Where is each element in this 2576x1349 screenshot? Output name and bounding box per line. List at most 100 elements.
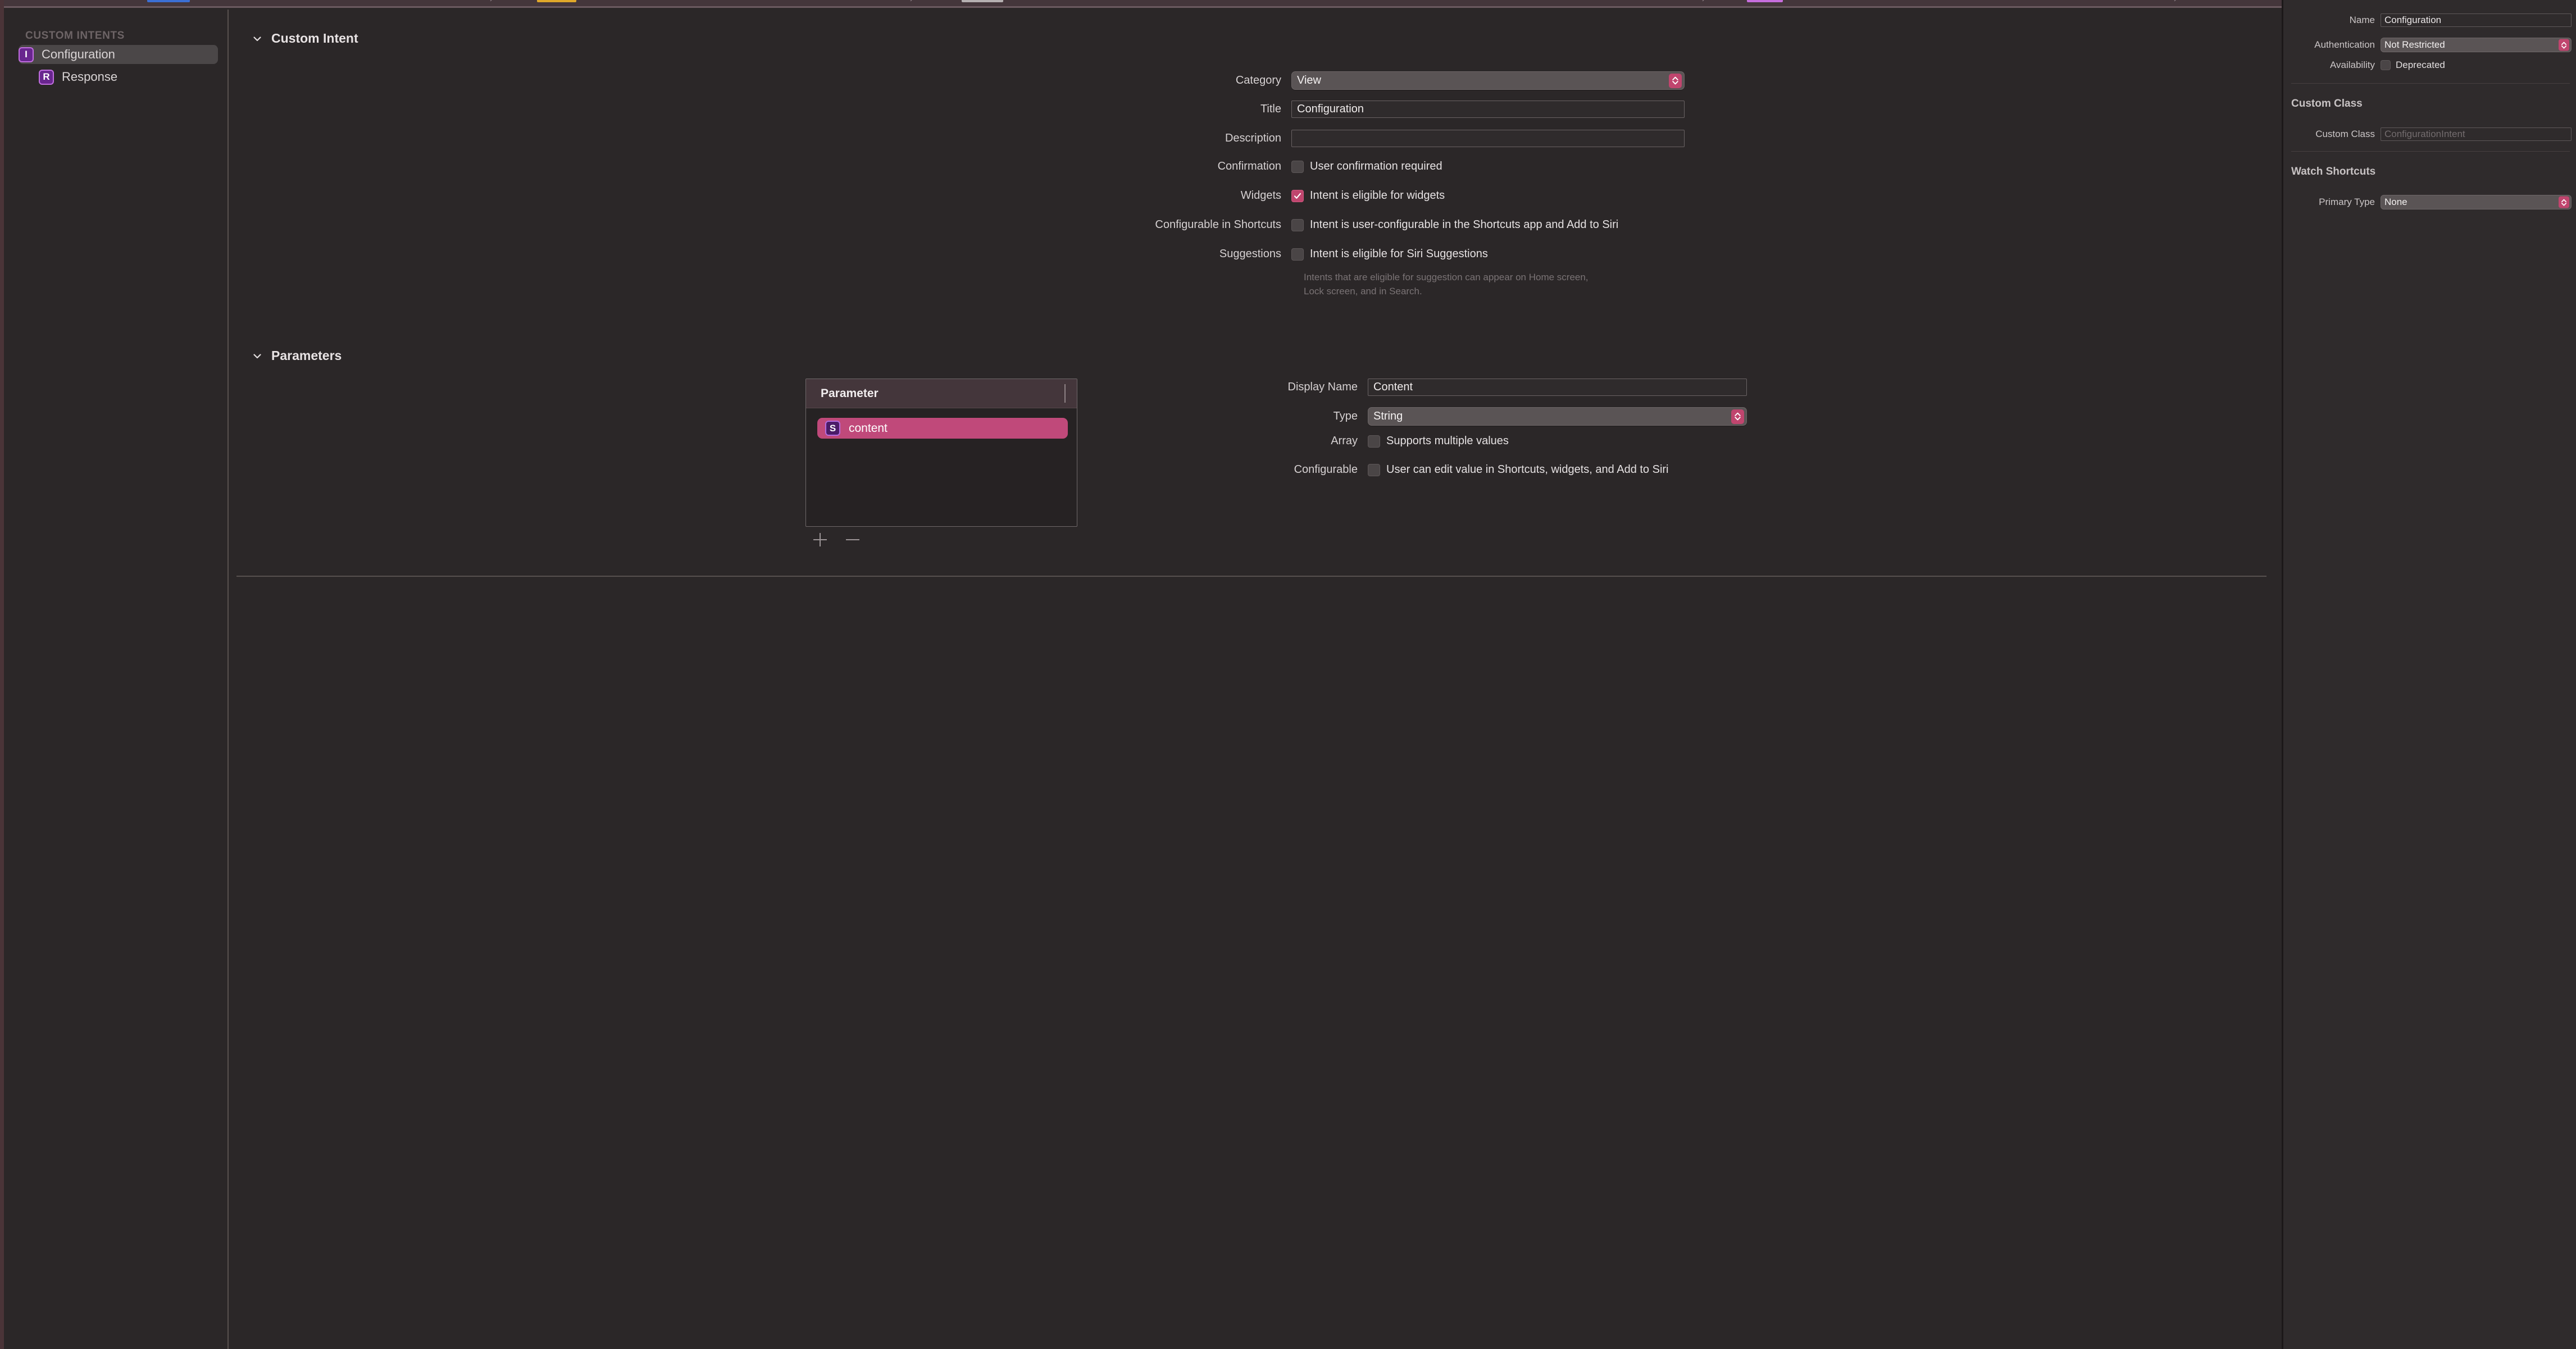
suggestions-row: Suggestions Intent is eligible for Siri …	[876, 248, 1488, 261]
widgets-row: Widgets Intent is eligible for widgets	[876, 189, 1445, 202]
category-label: Category	[1235, 74, 1281, 86]
title-input-value: Configuration	[1297, 103, 1364, 115]
parameter-name: content	[849, 421, 888, 435]
inspector-group-custom-class: Custom Class	[2291, 98, 2363, 110]
breadcrumb-separator-icon: ›	[1702, 0, 1706, 3]
column-header-parameter: Parameter	[821, 386, 879, 400]
breadcrumb-chip-2[interactable]	[537, 0, 576, 2]
breadcrumb-separator-icon: ›	[2174, 0, 2178, 3]
custom-intent-section-header[interactable]: Custom Intent	[251, 31, 358, 46]
breadcrumb-chip-3[interactable]	[962, 0, 1003, 2]
description-label: Description	[1225, 132, 1281, 144]
inspector-primary-type-select[interactable]: None	[2381, 195, 2572, 209]
sidebar-item-label: Response	[62, 70, 118, 84]
response-badge-icon: R	[39, 69, 54, 85]
chevron-updown-icon[interactable]	[1731, 409, 1744, 424]
category-select-value: View	[1297, 74, 1321, 86]
chevron-updown-icon[interactable]	[2559, 196, 2569, 208]
section-divider	[236, 576, 2266, 577]
inspector-name-value: Configuration	[2384, 15, 2442, 25]
chevron-down-icon[interactable]	[251, 33, 263, 45]
chevron-updown-icon[interactable]	[2559, 39, 2569, 51]
inspector-custom-class-label: Custom Class	[2315, 129, 2375, 139]
parameters-section-header[interactable]: Parameters	[251, 348, 342, 363]
suggestions-helper-line-1: Intents that are eligible for suggestion…	[1304, 272, 1589, 282]
category-row: Category View	[876, 71, 1685, 90]
breadcrumb[interactable]: › › › ›	[0, 0, 2282, 8]
inspector-primary-type-label: Primary Type	[2319, 197, 2375, 207]
intent-badge-icon: I	[19, 47, 34, 62]
checkmark-icon	[1294, 193, 1301, 199]
suggestions-checkbox-label: Intent is eligible for Siri Suggestions	[1310, 248, 1488, 260]
description-row: Description	[876, 130, 1685, 147]
array-checkbox[interactable]	[1368, 435, 1380, 448]
type-select[interactable]: String	[1368, 407, 1747, 426]
inspector-authentication-select[interactable]: Not Restricted	[2381, 38, 2572, 52]
display-name-input[interactable]: Content	[1368, 379, 1747, 396]
array-checkbox-label: Supports multiple values	[1386, 435, 1509, 447]
inspector-divider	[2291, 151, 2570, 152]
inspector-group-watch-shortcuts: Watch Shortcuts	[2291, 166, 2376, 177]
title-input[interactable]: Configuration	[1291, 101, 1685, 118]
sidebar-item-response[interactable]: R Response	[19, 67, 218, 86]
intent-editor-canvas: Custom Intent Category View Title Config…	[230, 10, 2282, 1349]
inspector-name-label: Name	[2349, 15, 2375, 25]
array-row: Array Supports multiple values	[1177, 435, 1509, 448]
inspector-deprecated-checkbox[interactable]	[2381, 60, 2391, 70]
navigator-sidebar: CUSTOM INTENTS I Configuration R Respons…	[4, 10, 229, 1349]
suggestions-helper-line-2: Lock screen, and in Search.	[1304, 286, 1422, 297]
sidebar-item-label: Configuration	[42, 47, 115, 61]
display-name-label: Display Name	[1287, 381, 1358, 393]
parameters-table[interactable]: Parameter S content	[805, 379, 1077, 527]
chevron-updown-icon[interactable]	[1669, 73, 1682, 88]
inspector-authentication-value: Not Restricted	[2384, 39, 2445, 50]
confirmation-checkbox-label: User confirmation required	[1310, 160, 1442, 172]
widgets-label: Widgets	[1240, 189, 1281, 202]
table-row[interactable]: S content	[817, 418, 1068, 439]
type-select-value: String	[1373, 410, 1403, 422]
breadcrumb-separator-icon: ›	[490, 0, 494, 3]
type-row: Type String	[1177, 407, 1747, 426]
inspector-availability-row: Availability Deprecated	[2289, 60, 2445, 71]
chevron-down-icon[interactable]	[251, 350, 263, 362]
remove-parameter-button[interactable]	[846, 533, 859, 546]
breadcrumb-chip-1[interactable]	[147, 0, 190, 2]
configurable-in-shortcuts-checkbox-label: Intent is user-configurable in the Short…	[1310, 218, 1619, 231]
window-left-edge	[0, 0, 4, 1349]
breadcrumb-chip-4[interactable]	[1747, 0, 1783, 2]
inspector-primary-type-value: None	[2384, 197, 2407, 207]
configurable-in-shortcuts-checkbox[interactable]	[1291, 218, 1304, 231]
confirmation-row: Confirmation User confirmation required	[876, 160, 1442, 173]
parameter-configurable-checkbox-label: User can edit value in Shortcuts, widget…	[1386, 463, 1669, 476]
add-parameter-button[interactable]	[813, 533, 827, 546]
parameter-configurable-checkbox[interactable]	[1368, 463, 1380, 476]
title-row: Title Configuration	[876, 101, 1685, 118]
description-input[interactable]	[1291, 130, 1685, 147]
display-name-row: Display Name Content	[1177, 379, 1747, 396]
column-divider[interactable]	[1064, 384, 1066, 403]
sidebar-section-header: CUSTOM INTENTS	[25, 30, 125, 42]
widgets-checkbox-label: Intent is eligible for widgets	[1310, 189, 1445, 202]
section-title: Parameters	[271, 348, 342, 363]
inspector-divider	[2291, 83, 2570, 84]
inspector-custom-class-row: Custom Class ConfigurationIntent	[2289, 127, 2572, 141]
inspector-deprecated-label: Deprecated	[2396, 60, 2445, 70]
category-select[interactable]: View	[1291, 71, 1685, 90]
suggestions-checkbox[interactable]	[1291, 248, 1304, 261]
display-name-input-value: Content	[1373, 381, 1413, 393]
parameter-configurable-row: Configurable User can edit value in Shor…	[1177, 463, 1669, 476]
title-label: Title	[1260, 103, 1281, 115]
inspector-authentication-label: Authentication	[2314, 39, 2375, 50]
inspector-name-row: Name Configuration	[2289, 13, 2572, 27]
widgets-checkbox[interactable]	[1291, 189, 1304, 202]
parameters-table-buttons	[813, 533, 859, 546]
confirmation-checkbox[interactable]	[1291, 160, 1304, 173]
inspector-panel: Name Configuration Authentication Not Re…	[2282, 0, 2576, 1349]
inspector-name-input[interactable]: Configuration	[2381, 13, 2572, 27]
inspector-custom-class-input[interactable]: ConfigurationIntent	[2381, 127, 2572, 141]
sidebar-item-configuration[interactable]: I Configuration	[19, 45, 218, 64]
inspector-authentication-row: Authentication Not Restricted	[2289, 38, 2572, 52]
inspector-availability-label: Availability	[2329, 60, 2375, 70]
breadcrumb-separator-icon: ›	[910, 0, 914, 3]
parameter-configurable-label: Configurable	[1294, 463, 1358, 476]
